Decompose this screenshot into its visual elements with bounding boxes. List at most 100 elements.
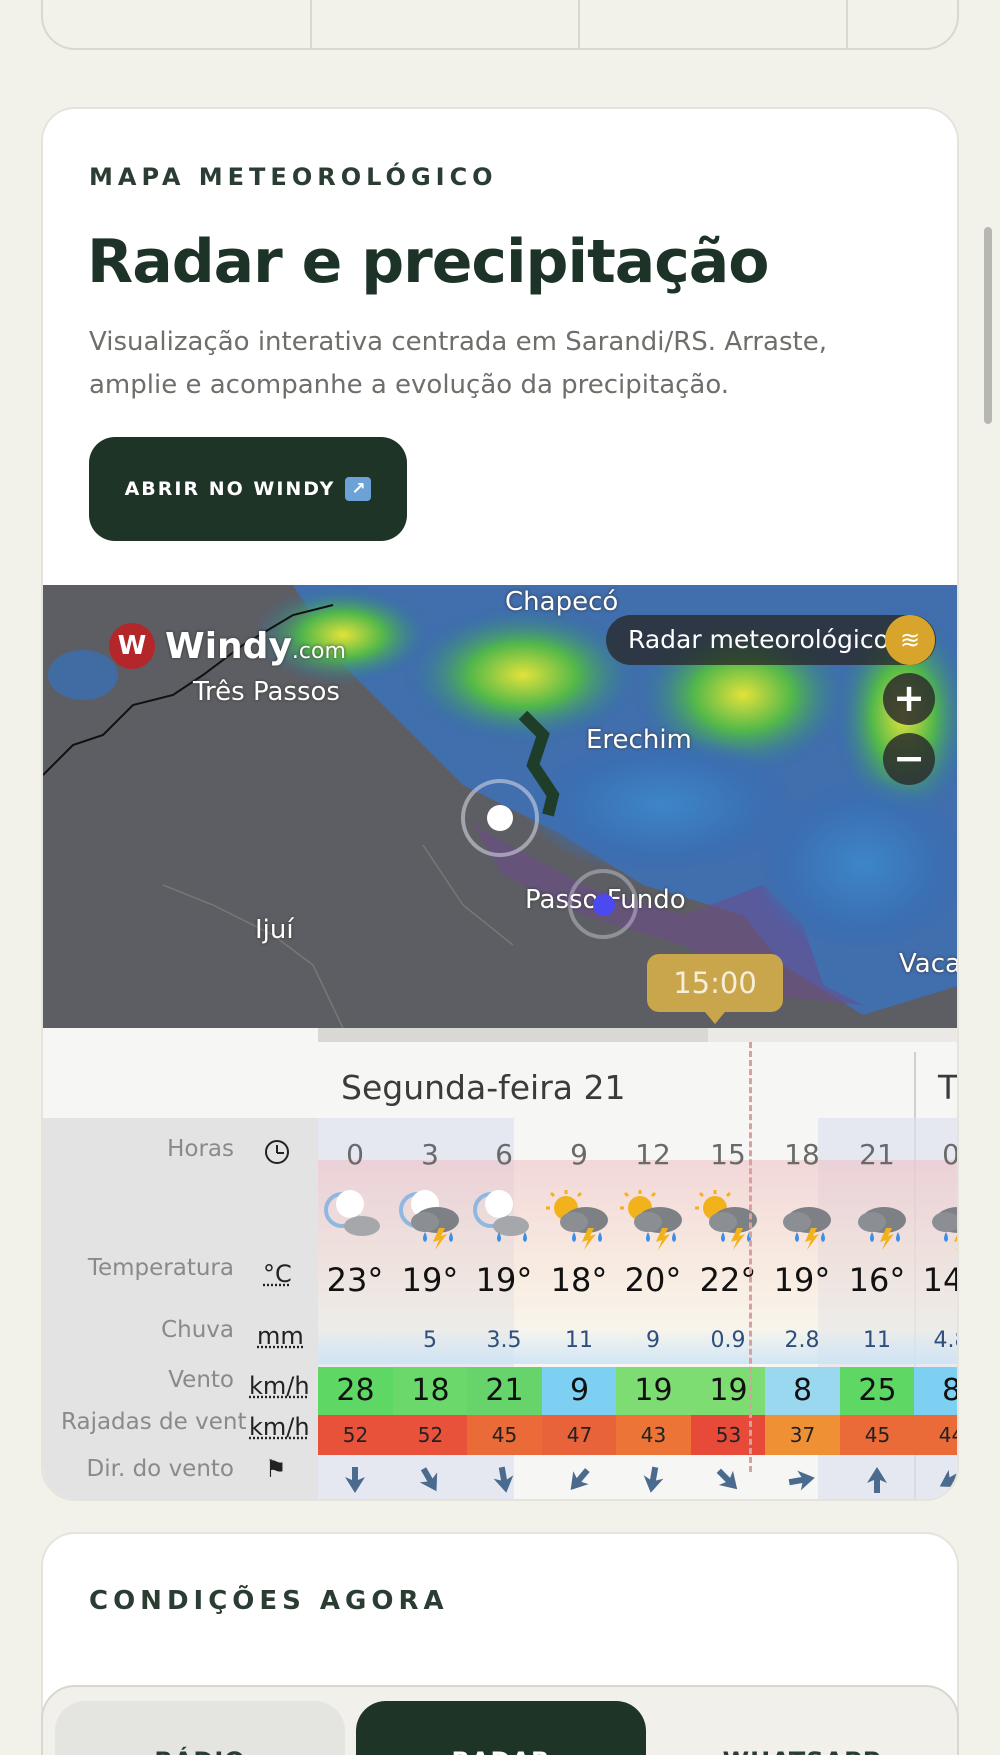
forecast-rain: 2.8 [765, 1328, 839, 1353]
forecast-wind: 18 [393, 1367, 468, 1415]
column-divider [310, 0, 312, 48]
forecast-rain: 3.5 [467, 1328, 541, 1353]
wind-direction-arrow-icon [765, 1463, 839, 1497]
forecast-temperature: 22° [691, 1261, 765, 1299]
weather-icon [691, 1184, 765, 1248]
forecast-gust: 44 [914, 1415, 959, 1455]
section-eyebrow: MAPA METEOROLÓGICO [89, 163, 498, 191]
city-label: Três Passos [193, 677, 340, 707]
section-title: Radar e precipitação [87, 227, 769, 297]
wind-direction-arrow-icon [467, 1463, 541, 1497]
forecast-temperature: 16° [840, 1261, 914, 1299]
wind-flag-icon: ⚑ [265, 1455, 287, 1483]
open-windy-button[interactable]: ABRIR NO WINDY ↗ [89, 437, 407, 541]
forecast-rain: 11 [542, 1328, 616, 1353]
forecast-temperature: 19° [393, 1261, 467, 1299]
forecast-wind: 8 [914, 1367, 959, 1415]
wind-direction-arrow-icon [691, 1463, 765, 1497]
weather-icon [914, 1184, 959, 1248]
timeline-progress [318, 1028, 708, 1042]
wind-direction-arrow-icon [840, 1463, 914, 1497]
forecast-gust: 53 [691, 1415, 766, 1455]
forecast-gust: 37 [765, 1415, 840, 1455]
hours-label: Horas [167, 1136, 234, 1162]
timeline-bar[interactable] [318, 1028, 959, 1042]
forecast-hour: 0 [318, 1138, 392, 1171]
forecast-hour: 0 [914, 1138, 959, 1171]
forecast-day-label: Segunda-feira 21 [341, 1068, 625, 1107]
wind-direction-arrow-icon [542, 1463, 616, 1497]
windy-brand: Windy.com [165, 626, 346, 667]
forecast-wind: 25 [840, 1367, 915, 1415]
gusts-label: Rajadas de vento [61, 1409, 246, 1435]
forecast-rain: 9 [616, 1328, 690, 1353]
windy-map[interactable]: W Windy.com Chapecó Três Passos Erechim … [43, 585, 959, 1028]
user-location-dot[interactable] [593, 894, 615, 916]
wind-direction-arrow-icon [318, 1463, 392, 1497]
weather-icon [318, 1184, 392, 1248]
wind-layer-icon[interactable]: ≋ [885, 615, 935, 665]
current-location-dot[interactable] [487, 805, 513, 831]
forecast-gust: 52 [393, 1415, 468, 1455]
wind-label: Vento [168, 1367, 234, 1393]
forecast-rain: 5 [393, 1328, 467, 1353]
forecast-temperature: 20° [616, 1261, 690, 1299]
forecast-wind: 9 [542, 1367, 617, 1415]
nav-whatsapp-button[interactable]: WHATSAPP [657, 1701, 947, 1755]
weather-icon [467, 1184, 541, 1248]
rain-unit[interactable]: mm [257, 1322, 304, 1350]
clock-icon [265, 1140, 289, 1164]
wind-direction-arrow-icon [616, 1463, 690, 1497]
forecast-wind: 28 [318, 1367, 393, 1415]
weather-icon [542, 1184, 616, 1248]
forecast-temperature: 18° [542, 1261, 616, 1299]
forecast-table[interactable]: Segunda-feira 21 T Horas Temperatura °C … [43, 1028, 959, 1501]
nav-radio-button[interactable]: RÁDIO [55, 1701, 345, 1755]
next-day-label: T [938, 1068, 958, 1107]
forecast-hour: 6 [467, 1138, 541, 1171]
forecast-temperature: 19° [765, 1261, 839, 1299]
section-description: Visualização interativa centrada em Sara… [89, 321, 879, 407]
open-windy-label: ABRIR NO WINDY [125, 478, 336, 500]
forecast-hour: 18 [765, 1138, 839, 1171]
wind-direction-arrow-icon [914, 1463, 959, 1497]
page-scrollbar[interactable] [984, 227, 992, 424]
timeline-time-badge[interactable]: 15:00 [647, 954, 783, 1012]
forecast-gust: 45 [467, 1415, 542, 1455]
forecast-rain: 4.8 [914, 1328, 959, 1353]
wind-unit[interactable]: km/h [249, 1372, 310, 1400]
weather-icon [765, 1184, 839, 1248]
gust-row: 525245474353374544 [318, 1415, 959, 1455]
city-label: Chapecó [505, 587, 618, 617]
forecast-wind: 19 [616, 1367, 691, 1415]
column-divider [846, 0, 848, 48]
wind-row: 281821919198258 [318, 1367, 959, 1415]
nav-radar-button[interactable]: RADAR [356, 1701, 646, 1755]
forecast-temperature: 14° [914, 1261, 959, 1299]
forecast-hour: 15 [691, 1138, 765, 1171]
city-label: Erechim [586, 725, 692, 755]
wind-direction-arrow-icon [393, 1463, 467, 1497]
temperature-unit[interactable]: °C [263, 1260, 292, 1288]
weather-icon [616, 1184, 690, 1248]
weather-icon [393, 1184, 467, 1248]
forecast-gust: 43 [616, 1415, 691, 1455]
city-label: Ijuí [255, 915, 294, 945]
forecast-temperature: 23° [318, 1261, 392, 1299]
wind-direction-label: Dir. do vento [87, 1456, 234, 1482]
forecast-hour: 9 [542, 1138, 616, 1171]
forecast-hour: 21 [840, 1138, 914, 1171]
forecast-hour: 3 [393, 1138, 467, 1171]
zoom-out-button[interactable]: − [883, 733, 935, 785]
zoom-in-button[interactable]: + [883, 673, 935, 725]
forecast-grid[interactable]: 281821919198258 525245474353374544 023°3… [318, 1118, 959, 1501]
conditions-title: CONDIÇÕES AGORA [89, 1586, 449, 1616]
gusts-unit[interactable]: km/h [249, 1413, 310, 1441]
forecast-hour: 12 [616, 1138, 690, 1171]
forecast-gust: 52 [318, 1415, 393, 1455]
previous-section-card [41, 0, 959, 50]
forecast-rain: 0.9 [691, 1328, 765, 1353]
forecast-row-labels: Horas Temperatura °C Chuva mm Vento km/h… [43, 1118, 318, 1501]
current-time-line [749, 1042, 752, 1472]
forecast-rain: 11 [840, 1328, 914, 1353]
